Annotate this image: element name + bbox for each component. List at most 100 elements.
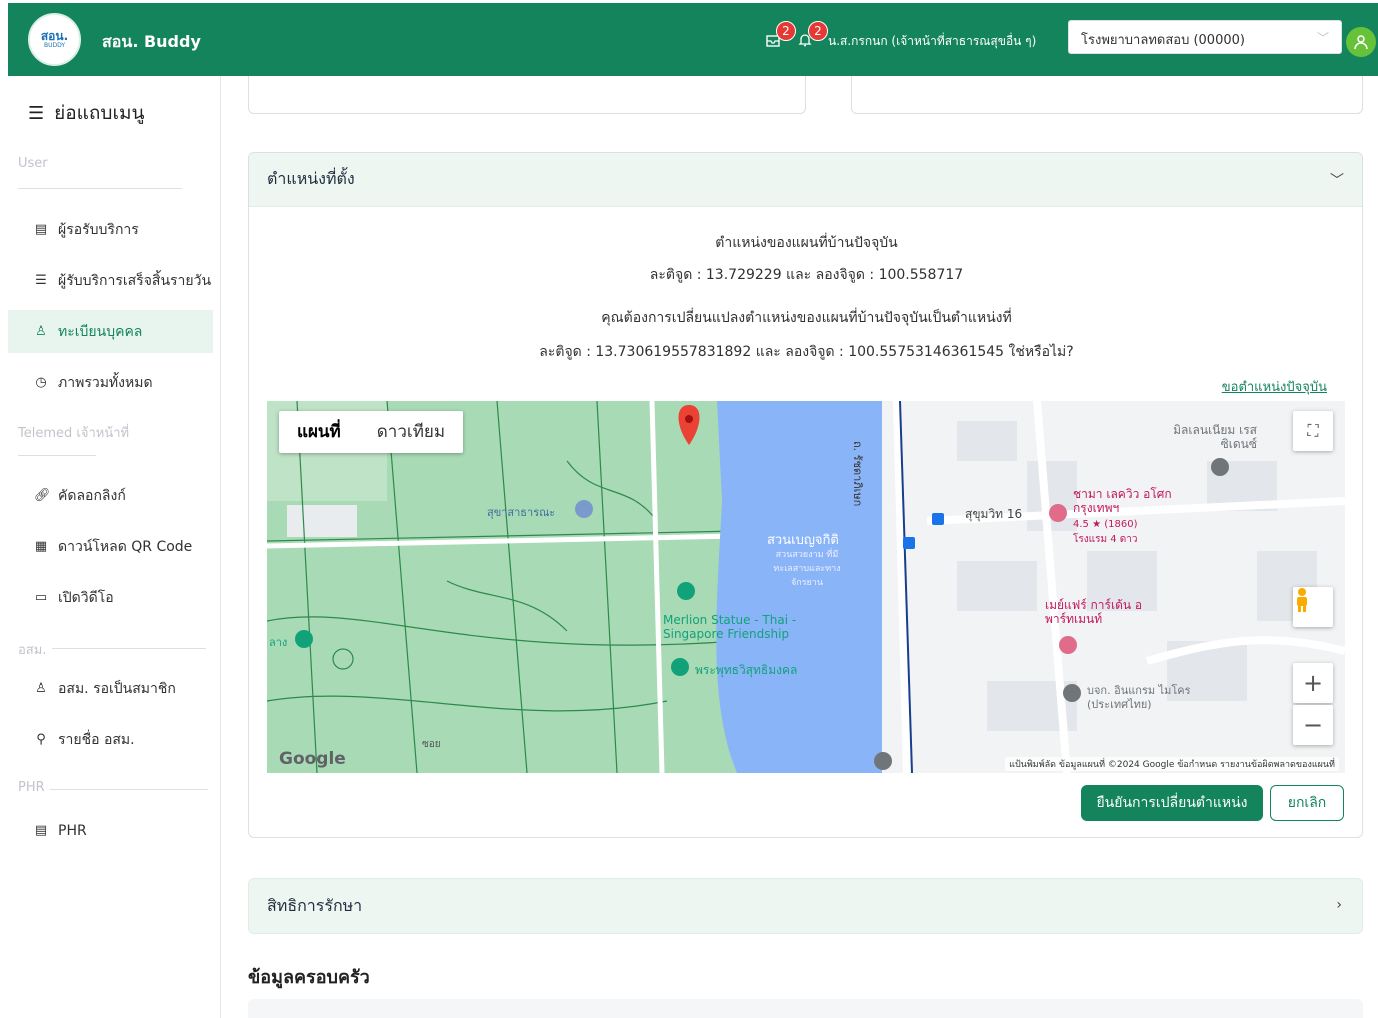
map-label-lake-sub: สวนสวยงาม ที่มีทะเลสาบและทางจักรยาน: [773, 550, 841, 588]
sidebar-item-label: ดาวน์โหลด QR Code: [58, 538, 193, 555]
video-icon: ▭: [34, 590, 48, 605]
location-panel: ตำแหน่งที่ตั้ง ﹀ ตำแหน่งของแผนที่บ้านปัจ…: [248, 152, 1363, 838]
family-section-title: ข้อมูลครอบครัว: [248, 967, 370, 988]
user-name[interactable]: น.ส.กรกนก (เจ้าหน้าที่สาธารณสุขอื่น ๆ): [828, 32, 1036, 51]
info-card: [248, 76, 806, 114]
collapse-menu-label: ย่อแถบเมนู: [54, 102, 145, 124]
zoom-in-button[interactable]: +: [1293, 663, 1333, 703]
sidebar-item-osm-pending[interactable]: ♙ อสม. รอเป็นสมาชิก: [8, 667, 213, 710]
plus-icon: +: [1302, 669, 1324, 697]
notification-badge: 2: [808, 21, 828, 41]
divider: [52, 648, 206, 649]
sidebar-item-label: คัดลอกลิงก์: [58, 487, 126, 504]
panel-title: ตำแหน่งที่ตั้ง: [267, 169, 355, 188]
minus-icon: −: [1302, 711, 1324, 739]
map-label-hotel: ชามา เลควิว อโศก กรุงเทพฯ: [1073, 487, 1172, 515]
map-label-millennium: มิลเลนเนียม เรสซิเดนซ์: [1173, 423, 1257, 451]
user-icon: ♙: [35, 681, 47, 696]
sidebar-item-label: ภาพรวมทั้งหมด: [58, 374, 153, 391]
fullscreen-button[interactable]: ⛶: [1293, 411, 1333, 451]
map-label-ingram: บจก. อินแกรม ไมโคร (ประเทศไทย): [1087, 684, 1191, 711]
sidebar-item-registry[interactable]: ♙ ทะเบียนบุคคล: [8, 310, 213, 353]
map-label-restroom: สุขาสาธารณะ: [487, 506, 556, 519]
top-header: สอน. BUDDY สอน. Buddy 2 2 น.ส.กรกนก (เจ้…: [8, 3, 1378, 76]
map-label-left: ลาง: [269, 636, 288, 649]
hospital-select-value: โรงพยาบาลทดสอบ (00000): [1081, 33, 1245, 48]
sidebar-item-overview[interactable]: ◷ ภาพรวมทั้งหมด: [8, 361, 213, 404]
sidebar-item-label: อสม. รอเป็นสมาชิก: [58, 680, 176, 697]
sidebar-item-phr[interactable]: ▤ PHR: [8, 809, 213, 852]
map-label-soi: ซอย: [422, 739, 441, 750]
current-location-title: ตำแหน่งของแผนที่บ้านปัจจุบัน: [715, 235, 898, 251]
map-type-toggle: แผนที่ ดาวเทียม: [279, 411, 464, 453]
dashboard-icon: ◷: [35, 375, 47, 390]
map-label-hotel-rating: 4.5 ★ (1860): [1073, 519, 1138, 530]
group-label-telemed: Telemed เจ้าหน้าที่: [18, 426, 130, 441]
current-coordinates: ละติจูด : 13.729229 และ ลองจิจูด : 100.5…: [649, 267, 964, 283]
confirm-change-location-button[interactable]: ยืนยันการเปลี่ยนตำแหน่ง: [1081, 785, 1263, 821]
divider: [18, 188, 182, 189]
sidebar-item-waiting[interactable]: ▤ ผู้รอรับบริการ: [8, 208, 213, 251]
record-icon: ▤: [34, 823, 48, 838]
sidebar-item-osm-list[interactable]: ⚲ รายชื่อ อสม.: [8, 718, 213, 761]
notification-badge: 2: [776, 21, 796, 41]
sidebar-item-label: ผู้รอรับบริการ: [58, 221, 139, 238]
divider: [18, 455, 96, 456]
chevron-down-icon: ﹀: [1330, 173, 1344, 189]
sidebar-item-copy-link[interactable]: 🔗︎ คัดลอกลิงก์: [8, 474, 213, 517]
divider: [50, 789, 208, 790]
sidebar-item-qr[interactable]: ▦ ดาวน์โหลด QR Code: [8, 525, 213, 568]
avatar[interactable]: [1346, 27, 1376, 57]
pegman-icon: [1297, 588, 1307, 612]
bell-notification[interactable]: 2: [798, 21, 828, 51]
get-current-location-link[interactable]: ขอตำแหน่งปัจจุบัน: [1222, 376, 1327, 397]
rights-panel-header[interactable]: สิทธิการรักษา ›: [248, 878, 1363, 934]
sidebar-item-label: รายชื่อ อสม.: [58, 731, 135, 748]
logo-text: สอน.: [40, 28, 69, 43]
app-logo[interactable]: สอน. BUDDY: [28, 13, 81, 66]
zoom-out-button[interactable]: −: [1293, 705, 1333, 745]
group-label-osm: อสม.: [18, 643, 47, 658]
group-label-user: User: [18, 156, 48, 171]
sidebar: ☰ ย่อแถบเมนู User ▤ ผู้รอรับบริการ ☰ ผู้…: [8, 76, 221, 1018]
file-icon: ▤: [34, 222, 48, 237]
inbox-notification[interactable]: 2: [766, 21, 796, 51]
menu-fold-icon: ☰: [28, 102, 45, 124]
sidebar-item-video[interactable]: ▭ เปิดวิดีโอ: [8, 576, 213, 619]
user-avatar-icon: [1354, 35, 1368, 50]
map-type-map[interactable]: แผนที่: [279, 411, 359, 453]
sidebar-item-label: เปิดวิดีโอ: [58, 589, 114, 606]
map-label-temple: พระพุทธวิสุทธิมงคล: [695, 663, 798, 677]
new-coordinates: ละติจูด : 13.730619557831892 และ ลองจิจู…: [539, 344, 1074, 360]
map-attribution[interactable]: แป้นพิมพ์ลัด ข้อมูลแผนที่ ©2024 Google ข…: [1005, 757, 1339, 771]
map-label-merlion: Merlion Statue - Thai - Singapore Friend…: [663, 613, 797, 641]
collapse-menu-button[interactable]: ☰ ย่อแถบเมนู: [28, 98, 145, 128]
app-name: สอน. Buddy: [102, 32, 201, 51]
chevron-right-icon: ›: [1336, 897, 1342, 913]
sidebar-item-completed[interactable]: ☰ ผู้รับบริการเสร็จสิ้นรายวัน: [8, 259, 213, 302]
logo-subtext: BUDDY: [43, 41, 66, 49]
map-label-hotel-class: โรงแรม 4 ดาว: [1073, 534, 1138, 545]
sidebar-item-label: PHR: [58, 822, 87, 839]
sidebar-item-label: ผู้รับบริการเสร็จสิ้นรายวัน: [58, 272, 212, 289]
cancel-button[interactable]: ยกเลิก: [1270, 785, 1344, 821]
map-type-satellite[interactable]: ดาวเทียม: [359, 411, 463, 453]
info-card: [851, 76, 1363, 114]
map-label-hotel2: เมย์แฟร์ การ์เด้น อพาร์ทเมนท์: [1045, 598, 1143, 626]
family-table-header: [248, 999, 1363, 1018]
qr-icon: ▦: [34, 539, 48, 554]
street-view-button[interactable]: [1293, 587, 1333, 627]
google-logo: Google: [279, 749, 346, 769]
chevron-down-icon: ﹀: [1316, 31, 1329, 45]
panel-title: สิทธิการรักษา: [267, 895, 363, 915]
change-question: คุณต้องการเปลี่ยนแปลงตำแหน่งของแผนที่บ้า…: [601, 310, 1012, 326]
map-label-sukhumvit16: สุขุมวิท 16: [965, 507, 1023, 521]
map-label-road: ถ. รัชดาภิเษก: [851, 441, 864, 507]
map[interactable]: แผนที่ ดาวเทียม สวนเบญจกิติ สวนสวยงาม ที…: [267, 401, 1345, 773]
hospital-select[interactable]: โรงพยาบาลทดสอบ (00000) ﹀: [1068, 20, 1342, 54]
location-panel-header[interactable]: ตำแหน่งที่ตั้ง ﹀: [249, 153, 1362, 207]
people-icon: ♙: [35, 324, 47, 339]
list-link-icon: ⚲: [36, 732, 46, 747]
fullscreen-icon: ⛶: [1307, 421, 1319, 440]
group-label-phr: PHR: [18, 780, 45, 795]
